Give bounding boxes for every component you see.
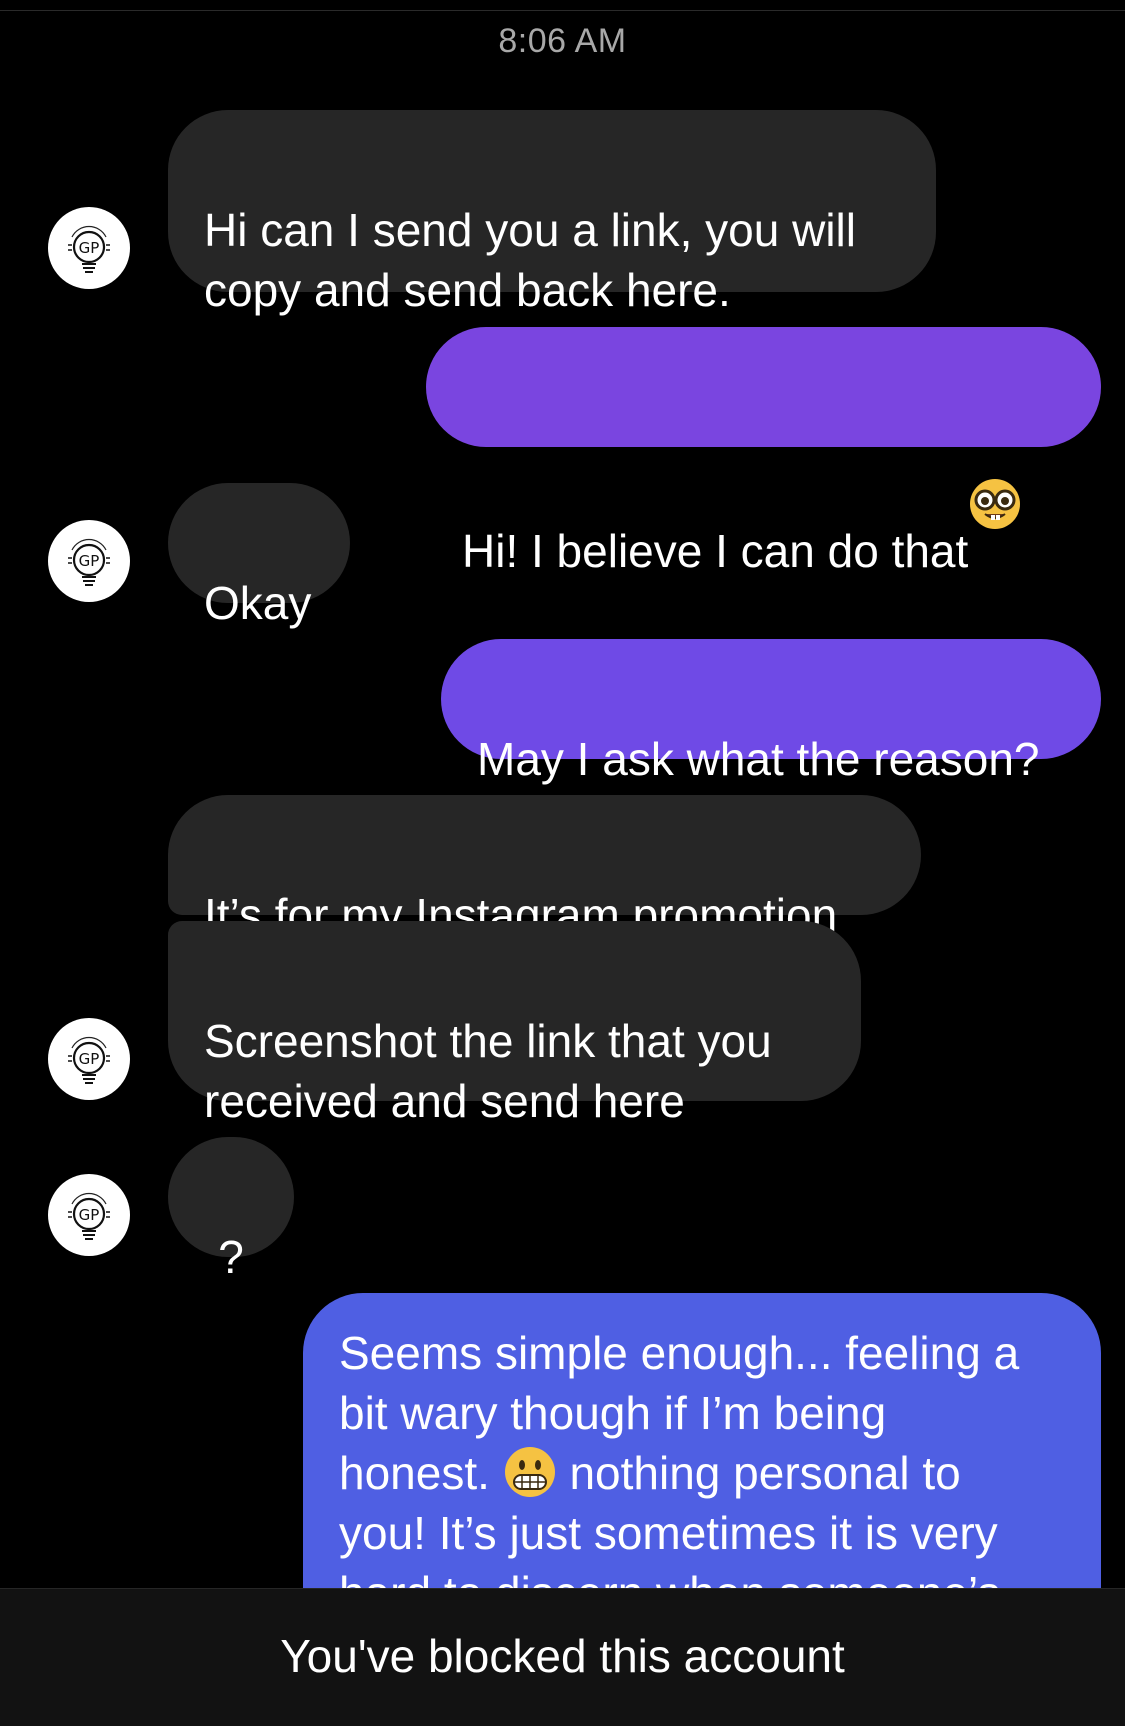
message-text: Screenshot the link that you received an…: [204, 1015, 772, 1127]
lightbulb-logo-icon: GP: [49, 521, 129, 601]
message-text-line: you! It’s just sometimes it is very: [339, 1507, 998, 1559]
message-text: ?: [218, 1231, 244, 1283]
avatar-initials: GP: [79, 239, 100, 257]
outgoing-message-bubble[interactable]: May I ask what the reason?: [441, 639, 1101, 785]
message-text: Hi can I send you a link, you will copy …: [204, 204, 856, 316]
top-divider: [0, 10, 1125, 11]
message-text: Hi! I believe I can do that: [462, 525, 969, 577]
lightbulb-logo-icon: GP: [49, 1175, 129, 1255]
outgoing-message-bubble[interactable]: Seems simple enough... feeling a bit war…: [303, 1293, 1101, 1588]
avatar-initials: GP: [79, 1050, 100, 1068]
grimacing-face-emoji-icon: [503, 1445, 557, 1499]
lightbulb-logo-icon: GP: [49, 1019, 129, 1099]
outgoing-message-bubble[interactable]: Hi! I believe I can do that: [426, 327, 1101, 577]
message-text: Okay: [204, 577, 312, 629]
sender-avatar[interactable]: GP: [48, 1174, 130, 1256]
incoming-message-bubble[interactable]: Hi can I send you a link, you will copy …: [168, 110, 936, 316]
sender-avatar[interactable]: GP: [48, 207, 130, 289]
incoming-message-bubble[interactable]: Okay: [168, 483, 350, 629]
message-text-line: Seems simple enough... feeling a: [339, 1327, 1020, 1379]
avatar-initials: GP: [79, 1206, 100, 1224]
message-text-line: bit wary though if I’m being: [339, 1387, 887, 1439]
message-timestamp: 8:06 AM: [498, 22, 627, 60]
incoming-message-bubble[interactable]: It’s for my Instagram promotion: [168, 795, 921, 941]
nerd-face-emoji-icon: [968, 417, 1022, 529]
message-text-line: hard to discern when someone’s: [339, 1563, 1065, 1588]
incoming-message-bubble[interactable]: ?: [168, 1137, 294, 1283]
message-text-line: honest. nothing personal to: [339, 1445, 961, 1499]
sender-avatar[interactable]: GP: [48, 1018, 130, 1100]
avatar-initials: GP: [79, 552, 100, 570]
incoming-message-bubble[interactable]: Screenshot the link that you received an…: [168, 921, 861, 1127]
blocked-account-label: You've blocked this account: [280, 1630, 845, 1682]
message-list-viewport: Seems simple enough... feeling a bit war…: [0, 1280, 1125, 1588]
blocked-account-bar: You've blocked this account: [0, 1588, 1125, 1726]
lightbulb-logo-icon: GP: [49, 208, 129, 288]
sender-avatar[interactable]: GP: [48, 520, 130, 602]
message-text: May I ask what the reason?: [477, 733, 1040, 785]
